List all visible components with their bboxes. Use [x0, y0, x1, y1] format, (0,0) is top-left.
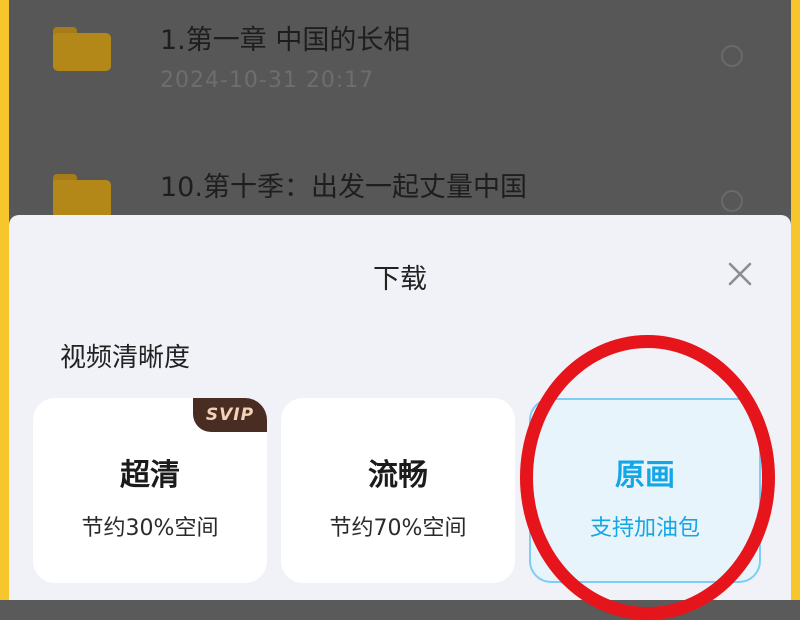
radio-circle-icon[interactable] [721, 190, 743, 212]
folder-icon [53, 174, 111, 215]
file-row[interactable]: 10.第十季：出发一起丈量中国 [9, 150, 791, 215]
option-name: 原画 [615, 458, 675, 493]
file-name: 10.第十季：出发一起丈量中国 [160, 172, 527, 203]
file-list: 1.第一章 中国的长相 2024-10-31 20:17 10.第十季：出发一起… [9, 0, 791, 215]
file-row[interactable]: 1.第一章 中国的长相 2024-10-31 20:17 [9, 0, 791, 150]
folder-icon [53, 27, 111, 71]
frame-right-edge [791, 0, 800, 600]
sheet-title: 下载 [373, 264, 427, 295]
option-desc: 节约70%空间 [329, 516, 467, 541]
close-icon[interactable] [725, 259, 755, 289]
radio-circle-icon[interactable] [721, 45, 743, 67]
svip-badge: SVIP [193, 398, 267, 432]
download-sheet: 下载 视频清晰度 SVIP 超清 节约30%空间 流畅 节约70%空间 原画 支… [9, 215, 791, 600]
option-name: 超清 [120, 458, 180, 493]
file-date: 2024-10-31 20:17 [160, 68, 375, 93]
quality-option-super-hd[interactable]: SVIP 超清 节约30%空间 [33, 398, 267, 583]
quality-option-smooth[interactable]: 流畅 节约70%空间 [281, 398, 515, 583]
option-desc: 节约30%空间 [81, 516, 219, 541]
frame-left-edge [0, 0, 9, 600]
file-name: 1.第一章 中国的长相 [160, 25, 411, 56]
quality-section-label: 视频清晰度 [60, 343, 191, 373]
option-name: 流畅 [368, 458, 428, 493]
option-desc: 支持加油包 [589, 516, 700, 541]
quality-option-original[interactable]: 原画 支持加油包 [529, 398, 761, 583]
